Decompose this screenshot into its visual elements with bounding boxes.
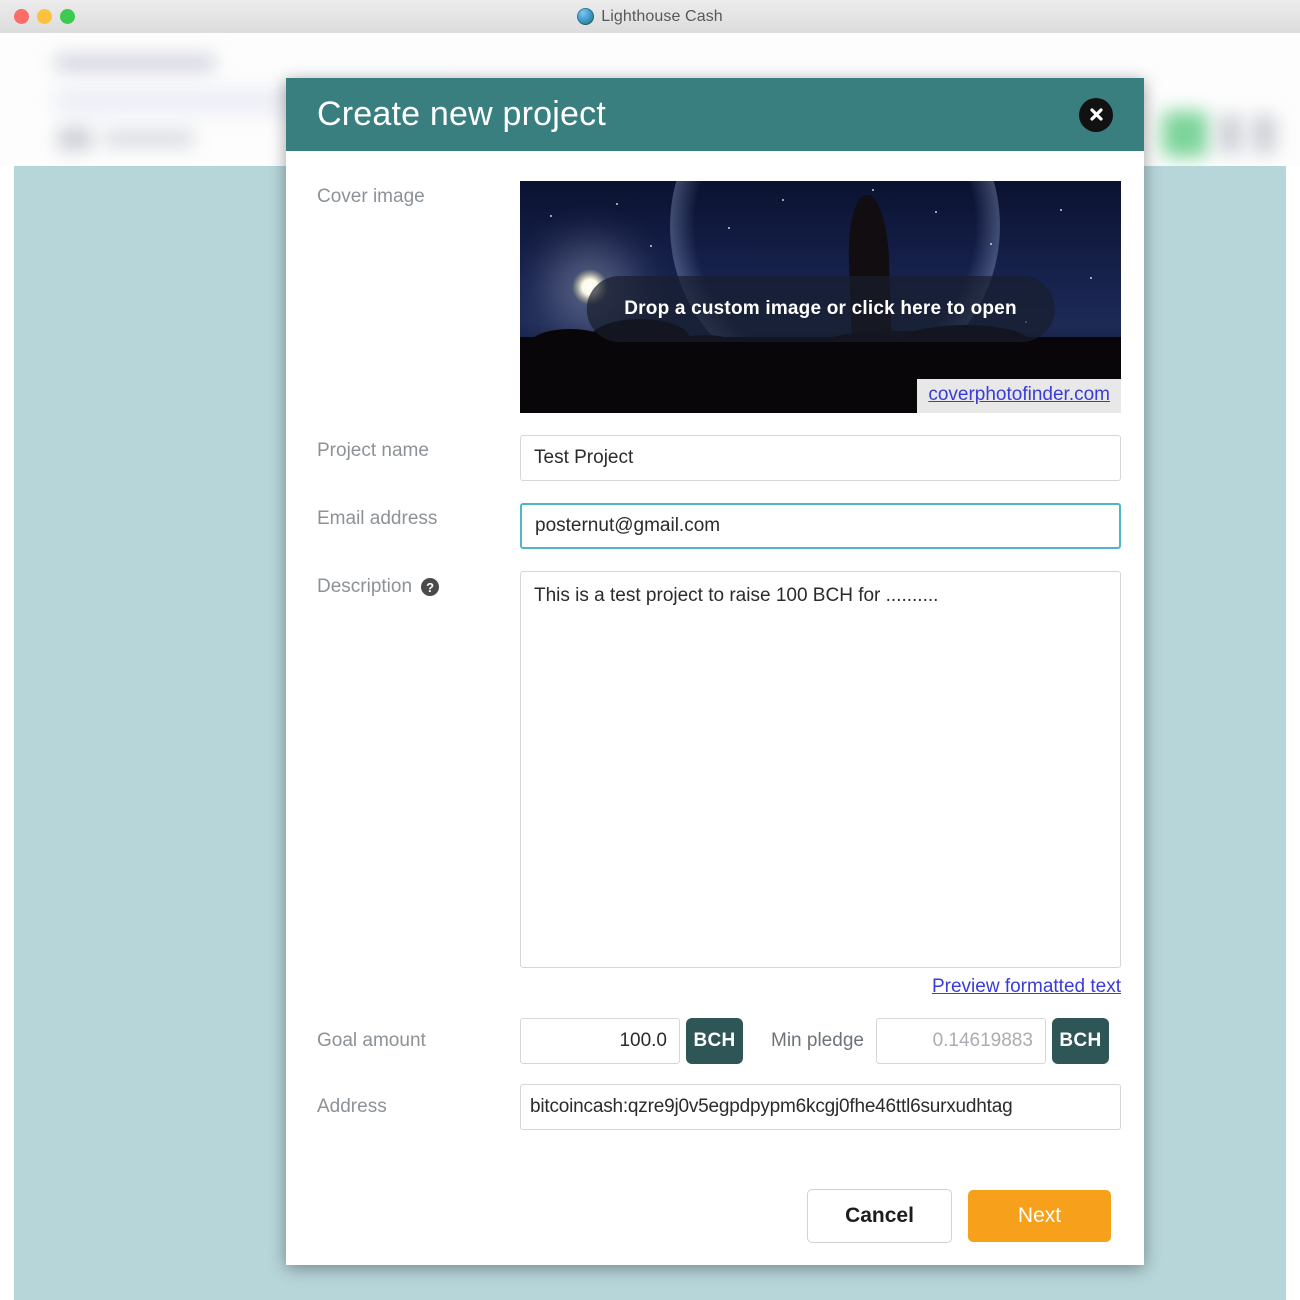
project-name-field: Test Project <box>520 435 1121 481</box>
email-address-row: Email address posternut@gmail.com <box>317 503 1121 549</box>
cancel-button[interactable]: Cancel <box>807 1189 952 1243</box>
dialog-footer: Cancel Next <box>807 1189 1111 1243</box>
description-row: Description ? This is a test project to … <box>317 571 1121 968</box>
address-row: Address bitcoincash:qzre9j0v5egpdpypm6kc… <box>317 1084 1121 1130</box>
star <box>1090 277 1092 279</box>
dialog-title: Create new project <box>317 95 606 133</box>
preview-link-row: Preview formatted text <box>520 976 1121 998</box>
min-pledge-input[interactable]: 0.14619883 <box>875 1018 1046 1064</box>
min-pledge-currency-badge[interactable]: BCH <box>1051 1018 1109 1064</box>
cover-credit: coverphotofinder.com <box>917 379 1121 413</box>
star <box>872 189 874 191</box>
close-icon[interactable] <box>1079 97 1113 132</box>
preview-formatted-text-link[interactable]: Preview formatted text <box>932 976 1121 997</box>
backdrop-shape <box>55 55 215 71</box>
question-mark-icon[interactable]: ? <box>421 578 440 596</box>
drop-image-text: Drop a custom image or click here to ope… <box>624 298 1017 319</box>
backdrop-shape <box>104 131 194 146</box>
backdrop-shape <box>1252 115 1276 153</box>
cover-image-field: Drop a custom image or click here to ope… <box>520 181 1121 413</box>
lighthouse-icon <box>577 8 595 25</box>
description-label: Description ? <box>317 571 520 598</box>
backdrop-shape <box>1162 111 1208 157</box>
goal-currency-badge[interactable]: BCH <box>686 1018 743 1064</box>
star <box>616 203 618 205</box>
email-address-field: posternut@gmail.com <box>520 503 1121 549</box>
project-name-label: Project name <box>317 440 429 461</box>
create-project-dialog: Create new project Cover image Drop a cu… <box>286 78 1144 1265</box>
email-input[interactable]: posternut@gmail.com <box>520 503 1121 549</box>
address-input[interactable]: bitcoincash:qzre9j0v5egpdpypm6kcgj0fhe46… <box>520 1084 1121 1130</box>
goal-amount-input[interactable]: 100.0 <box>520 1018 680 1064</box>
email-address-label: Email address <box>317 508 438 529</box>
goal-amount-row: Goal amount 100.0 BCH Min pledge 0.14619… <box>317 1018 1111 1064</box>
star <box>550 215 552 217</box>
backdrop-shape <box>1218 115 1242 153</box>
star <box>990 243 992 245</box>
description-textarea[interactable]: This is a test project to raise 100 BCH … <box>520 571 1121 968</box>
amount-inputs-group: 100.0 BCH Min pledge 0.14619883 BCH <box>520 1018 1111 1064</box>
app-title: Lighthouse Cash <box>601 7 723 25</box>
coverphotofinder-link[interactable]: coverphotofinder.com <box>928 384 1110 405</box>
address-field: bitcoincash:qzre9j0v5egpdpypm6kcgj0fhe46… <box>520 1084 1121 1130</box>
star <box>650 245 652 247</box>
project-name-row: Project name Test Project <box>317 435 1121 481</box>
star <box>935 211 937 213</box>
cover-image-row: Cover image Drop a custom image or click… <box>317 181 1121 413</box>
description-field: This is a test project to raise 100 BCH … <box>520 571 1121 968</box>
star <box>1060 209 1062 211</box>
star <box>782 199 784 201</box>
window-title-group: Lighthouse Cash <box>0 0 1300 33</box>
star <box>728 227 730 229</box>
next-button[interactable]: Next <box>968 1190 1111 1242</box>
description-label-text: Description <box>317 576 413 597</box>
cover-image-label: Cover image <box>317 186 425 207</box>
cover-image-dropzone[interactable]: Drop a custom image or click here to ope… <box>520 181 1121 413</box>
dialog-header: Create new project <box>286 78 1144 151</box>
backdrop-shape <box>58 128 92 150</box>
goal-amount-label: Goal amount <box>317 1030 426 1051</box>
drop-image-prompt[interactable]: Drop a custom image or click here to ope… <box>586 276 1055 342</box>
dialog-body: Cover image Drop a custom image or click… <box>286 151 1144 1237</box>
window-titlebar: Lighthouse Cash <box>0 0 1300 34</box>
amounts-field: 100.0 BCH Min pledge 0.14619883 BCH <box>520 1018 1111 1064</box>
application-window: Lighthouse Cash Create new project Cover… <box>0 0 1300 1300</box>
address-label: Address <box>317 1096 387 1117</box>
project-name-input[interactable]: Test Project <box>520 435 1121 481</box>
min-pledge-label: Min pledge <box>771 1030 864 1051</box>
